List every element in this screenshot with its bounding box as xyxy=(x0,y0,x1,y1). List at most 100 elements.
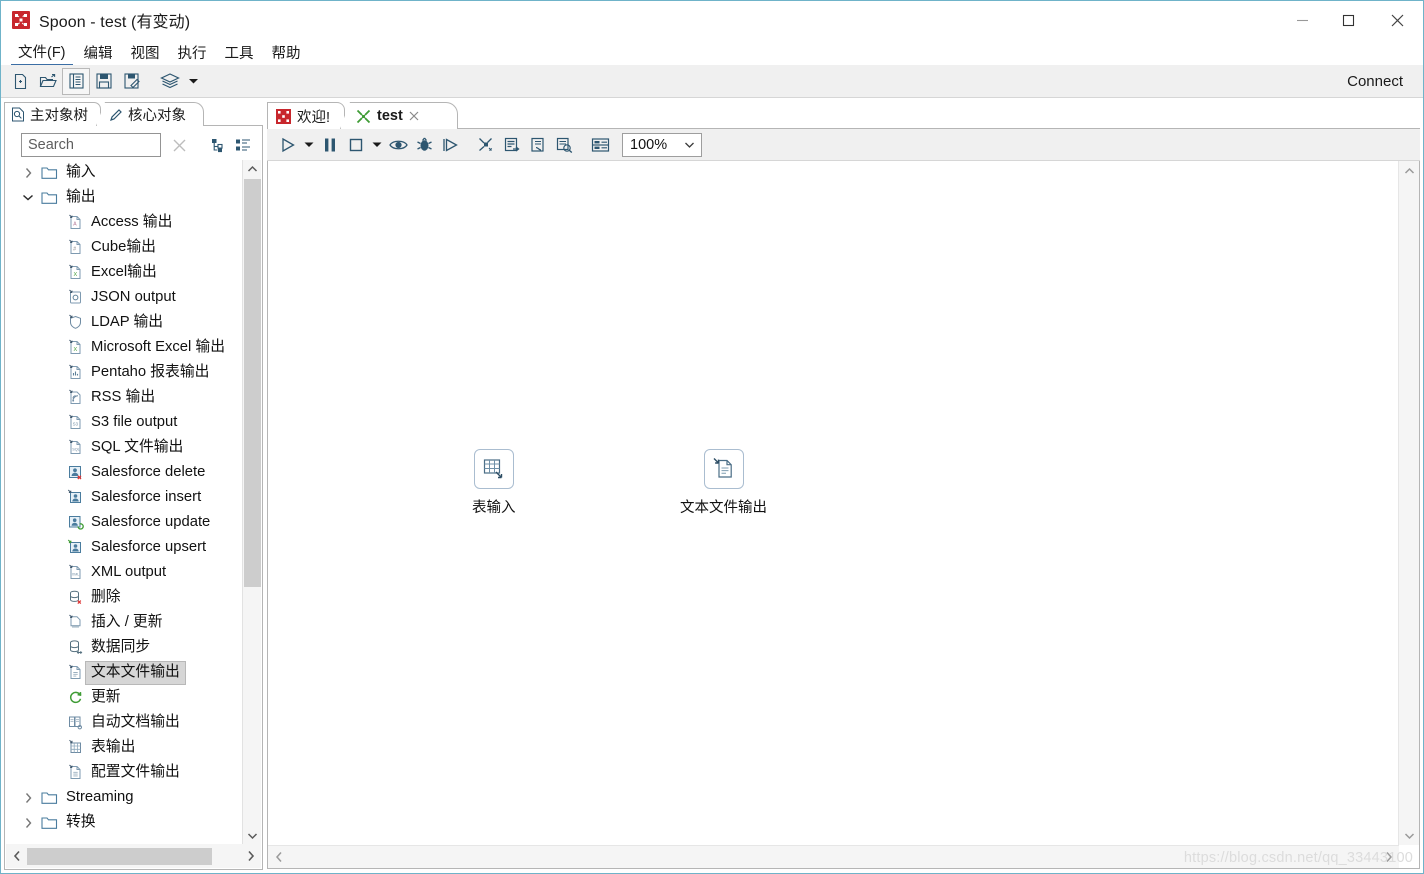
run-options-caret-icon[interactable] xyxy=(301,132,317,158)
save-icon[interactable] xyxy=(90,68,118,95)
tree-horizontal-scrollbar[interactable] xyxy=(6,844,261,868)
canvas-vertical-scrollbar[interactable] xyxy=(1398,161,1419,845)
pause-icon[interactable] xyxy=(317,132,343,158)
tree-folder-row[interactable]: Streaming xyxy=(6,785,242,810)
folder-icon xyxy=(40,814,58,832)
chevron-right-icon[interactable] xyxy=(20,165,36,181)
show-execution-results-icon[interactable] xyxy=(525,132,551,158)
connect-button[interactable]: Connect xyxy=(1347,73,1403,90)
tab-welcome[interactable]: 欢迎! xyxy=(267,102,345,129)
tree-row-label: Salesforce insert xyxy=(91,489,202,506)
expand-all-icon[interactable] xyxy=(207,133,231,157)
tree-step-row[interactable]: 删除 xyxy=(6,585,242,610)
minimize-icon[interactable] xyxy=(1279,1,1325,39)
zoom-level-select[interactable]: 100% xyxy=(622,132,702,157)
chevron-up-icon[interactable] xyxy=(1399,161,1419,180)
tree-step-row[interactable]: 插入 / 更新 xyxy=(6,610,242,635)
tree-step-row[interactable]: Salesforce upsert xyxy=(6,535,242,560)
s3-file-output-icon: S3 xyxy=(66,414,84,432)
stop-options-caret-icon[interactable] xyxy=(369,132,385,158)
tree-step-row[interactable]: LDAP 输出 xyxy=(6,310,242,335)
menu-item-tools[interactable]: 工具 xyxy=(218,40,261,65)
tab-core-objects[interactable]: 核心对象 xyxy=(96,102,204,126)
maximize-icon[interactable] xyxy=(1325,1,1371,39)
tree-step-row[interactable]: X Microsoft Excel 输出 xyxy=(6,335,242,360)
tree-step-row[interactable]: 文本文件输出 xyxy=(6,660,242,685)
canvas-step[interactable]: 文本文件输出 xyxy=(680,449,767,517)
close-tab-icon[interactable] xyxy=(409,111,419,121)
canvas-step[interactable]: 表输入 xyxy=(472,449,516,517)
run-icon[interactable] xyxy=(275,132,301,158)
menu-item-edit[interactable]: 编辑 xyxy=(77,40,120,65)
tree-step-row[interactable]: S3 S3 file output xyxy=(6,410,242,435)
menu-item-help[interactable]: 帮助 xyxy=(265,40,308,65)
tree-step-row[interactable]: A Access 输出 xyxy=(6,210,242,235)
clear-x-icon[interactable] xyxy=(167,133,191,157)
search-input[interactable]: Search xyxy=(21,133,161,157)
tree-step-row[interactable]: # Cube输出 xyxy=(6,235,242,260)
stop-icon[interactable] xyxy=(343,132,369,158)
tree-step-row[interactable]: Salesforce delete xyxy=(6,460,242,485)
tree-scroll-thumb[interactable] xyxy=(244,179,261,587)
debug-icon[interactable] xyxy=(411,132,437,158)
chevron-left-icon[interactable] xyxy=(6,844,27,868)
menu-item-run[interactable]: 执行 xyxy=(171,40,214,65)
replay-icon[interactable] xyxy=(437,132,463,158)
layers-dropdown-caret-icon[interactable] xyxy=(184,68,202,95)
tab-main-object-tree[interactable]: 主对象树 xyxy=(4,102,101,126)
tree-row-label: 删除 xyxy=(91,589,121,606)
tree-step-row[interactable]: 自动文档输出 xyxy=(6,710,242,735)
chevron-down-icon[interactable] xyxy=(1399,826,1419,845)
core-objects-tree[interactable]: 输入 输出 A Access 输出 # Cube输出 X Excel输出 JSON output… xyxy=(6,160,261,845)
document-tree-icon xyxy=(11,107,25,122)
tree-folder-row[interactable]: 转换 xyxy=(6,810,242,835)
collapse-all-icon[interactable] xyxy=(231,133,255,157)
show-impact-icon[interactable] xyxy=(499,132,525,158)
chevron-right-icon[interactable] xyxy=(20,790,36,806)
explore-repository-icon[interactable] xyxy=(62,67,90,95)
layers-icon[interactable] xyxy=(156,68,184,95)
sql-icon[interactable] xyxy=(473,132,499,158)
tree-folder-row[interactable]: 输出 xyxy=(6,185,242,210)
chevron-down-icon[interactable] xyxy=(20,190,36,206)
chevron-right-icon[interactable] xyxy=(20,815,36,831)
tree-step-row[interactable]: RSS 输出 xyxy=(6,385,242,410)
grid-icon[interactable] xyxy=(587,132,613,158)
tree-step-row[interactable]: 表输出 xyxy=(6,735,242,760)
open-file-icon[interactable] xyxy=(34,68,62,95)
new-file-icon[interactable] xyxy=(6,68,34,95)
save-as-icon[interactable] xyxy=(118,68,146,95)
tree-step-row[interactable]: 配置文件输出 xyxy=(6,760,242,785)
chevron-right-icon[interactable] xyxy=(240,844,261,868)
tree-step-row[interactable]: X Excel输出 xyxy=(6,260,242,285)
close-icon[interactable] xyxy=(1371,1,1423,39)
text-file-output-step-icon[interactable] xyxy=(703,449,744,489)
chevron-up-icon[interactable] xyxy=(243,160,261,178)
chevron-right-icon[interactable] xyxy=(1378,846,1399,869)
preview-icon[interactable] xyxy=(385,132,411,158)
tree-step-row[interactable]: JSON output xyxy=(6,285,242,310)
transformation-canvas[interactable]: 表输入 文本文件输出 https://blog.csdn.net/qq_33443… xyxy=(267,161,1420,869)
chevron-left-icon[interactable] xyxy=(268,846,289,869)
salesforce-insert-icon xyxy=(66,489,84,507)
tree-folder-row[interactable]: 输入 xyxy=(6,160,242,185)
menu-item-view[interactable]: 视图 xyxy=(124,40,167,65)
tree-step-row[interactable]: Pentaho 报表输出 xyxy=(6,360,242,385)
chevron-down-icon[interactable] xyxy=(243,827,261,845)
analyze-icon[interactable] xyxy=(551,132,577,158)
chevron-down-icon[interactable] xyxy=(684,141,695,149)
table-input-step-icon[interactable] xyxy=(473,449,514,489)
menu-item-file[interactable]: 文件(F) xyxy=(11,39,73,66)
tree-row-label: S3 file output xyxy=(91,414,178,431)
tree-step-row[interactable]: 更新 xyxy=(6,685,242,710)
tree-step-row[interactable]: Salesforce insert xyxy=(6,485,242,510)
tree-step-row[interactable]: SQL SQL 文件输出 xyxy=(6,435,242,460)
tree-step-row[interactable]: Salesforce update xyxy=(6,510,242,535)
tab-test[interactable]: test xyxy=(340,102,458,129)
tree-step-row[interactable]: 数据同步 xyxy=(6,635,242,660)
tree-step-row[interactable]: XML XML output xyxy=(6,560,242,585)
tree-vertical-scrollbar[interactable] xyxy=(242,160,261,845)
canvas-surface[interactable]: 表输入 文本文件输出 xyxy=(268,161,1399,845)
canvas-horizontal-scrollbar[interactable] xyxy=(268,845,1399,868)
tree-hscroll-thumb[interactable] xyxy=(27,847,212,865)
